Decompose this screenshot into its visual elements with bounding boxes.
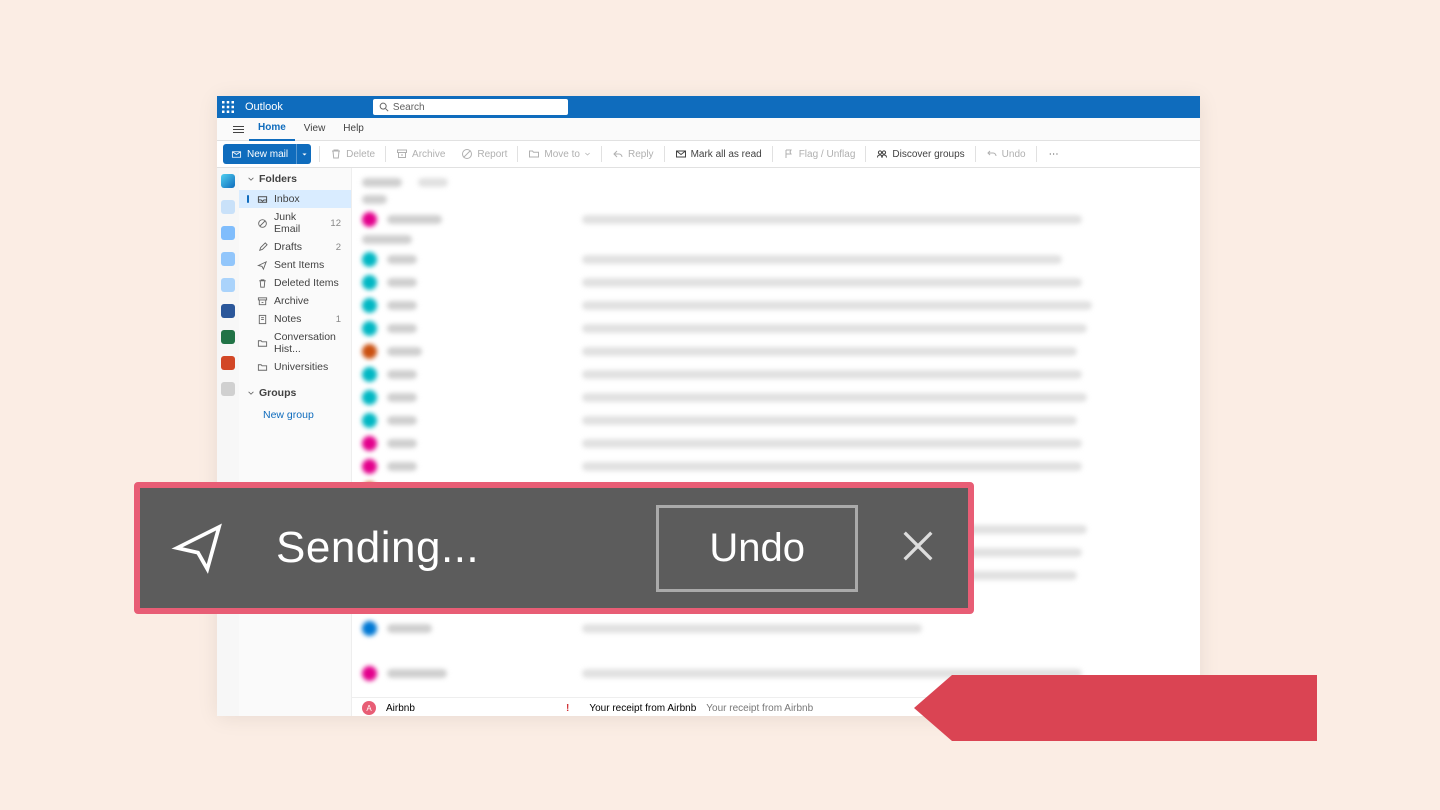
menu-home[interactable]: Home	[249, 117, 295, 141]
archive-icon	[257, 296, 268, 307]
delete-button[interactable]: Delete	[322, 141, 383, 167]
folder-icon	[257, 362, 268, 373]
flag-button[interactable]: Flag / Unflag	[775, 141, 864, 167]
todo-rail-icon[interactable]	[221, 278, 235, 292]
reply-button[interactable]: Reply	[604, 141, 662, 167]
junk-icon	[257, 218, 268, 229]
powerpoint-rail-icon[interactable]	[221, 356, 235, 370]
title-bar: Outlook Search	[217, 96, 1200, 118]
toast-status: Sending...	[276, 523, 479, 573]
mail-subject: Your receipt from Airbnb	[589, 703, 696, 714]
archive-button[interactable]: Archive	[388, 141, 453, 167]
people-rail-icon[interactable]	[221, 226, 235, 240]
drafts-icon	[257, 242, 268, 253]
files-rail-icon[interactable]	[221, 252, 235, 266]
sidebar-sent[interactable]: Sent Items	[239, 256, 351, 274]
new-mail-dropdown[interactable]	[296, 144, 311, 164]
search-placeholder: Search	[393, 102, 425, 113]
menu-bar: Home View Help	[217, 118, 1200, 141]
sidebar-conversation-history[interactable]: Conversation Hist...	[239, 328, 351, 358]
close-icon[interactable]	[898, 526, 938, 571]
app-rail	[217, 168, 239, 716]
report-button[interactable]: Report	[453, 141, 515, 167]
new-mail-button[interactable]: New mail	[223, 144, 296, 164]
undo-button[interactable]: Undo	[978, 141, 1034, 167]
mail-preview: Your receipt from Airbnb	[706, 703, 813, 714]
new-mail-label: New mail	[247, 149, 288, 160]
inbox-icon	[257, 194, 268, 205]
mark-all-read-button[interactable]: Mark all as read	[667, 141, 770, 167]
word-rail-icon[interactable]	[221, 304, 235, 318]
new-group-link[interactable]: New group	[239, 404, 351, 426]
avatar: A	[362, 701, 376, 715]
search-box[interactable]: Search	[373, 99, 568, 115]
sending-toast-callout: Sending... Undo	[134, 482, 974, 614]
undo-button[interactable]: Undo	[656, 505, 858, 592]
sidebar-drafts[interactable]: Drafts 2	[239, 238, 351, 256]
folders-header[interactable]: Folders	[239, 168, 351, 190]
sender-name: Airbnb	[386, 703, 556, 714]
notes-icon	[257, 314, 268, 325]
sent-icon	[257, 260, 268, 271]
folder-sidebar: Folders Inbox Junk Email 12 Drafts 2	[239, 168, 352, 716]
excel-rail-icon[interactable]	[221, 330, 235, 344]
menu-view[interactable]: View	[295, 118, 335, 140]
menu-help[interactable]: Help	[334, 118, 373, 140]
app-title: Outlook	[239, 101, 283, 113]
more-button[interactable]: ⋯	[1039, 141, 1069, 167]
sidebar-notes[interactable]: Notes 1	[239, 310, 351, 328]
folder-icon	[257, 338, 268, 349]
hamburger-icon[interactable]	[227, 118, 249, 140]
app-launcher-icon[interactable]	[217, 96, 239, 118]
more-apps-rail-icon[interactable]	[221, 382, 235, 396]
sidebar-junk[interactable]: Junk Email 12	[239, 208, 351, 238]
callout-arrow	[952, 675, 1317, 741]
sidebar-inbox[interactable]: Inbox	[239, 190, 351, 208]
discover-groups-button[interactable]: Discover groups	[868, 141, 972, 167]
sidebar-archive[interactable]: Archive	[239, 292, 351, 310]
sidebar-universities[interactable]: Universities	[239, 358, 351, 376]
groups-header[interactable]: Groups	[239, 382, 351, 404]
calendar-rail-icon[interactable]	[221, 200, 235, 214]
priority-icon: !	[566, 703, 569, 714]
move-to-button[interactable]: Move to	[520, 141, 599, 167]
send-icon	[170, 520, 226, 576]
trash-icon	[257, 278, 268, 289]
toolbar: New mail Delete Archive Report M	[217, 141, 1200, 168]
message-list: ! A Airbnb ! Your receipt from Airbnb Yo…	[352, 168, 1200, 716]
sidebar-deleted[interactable]: Deleted Items	[239, 274, 351, 292]
outlook-window: Outlook Search Home View Help New mail	[217, 96, 1200, 716]
mail-rail-icon[interactable]	[221, 174, 235, 188]
